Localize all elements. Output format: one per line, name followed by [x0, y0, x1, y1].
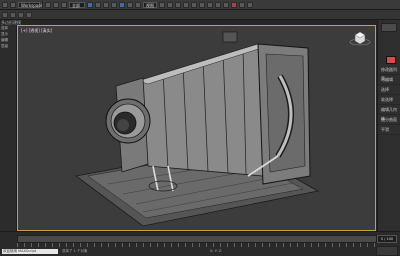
- bind-icon[interactable]: [61, 1, 67, 8]
- perspective-viewport[interactable]: [+] [透视] [真实]: [17, 25, 376, 231]
- select-by-name-icon[interactable]: [95, 1, 101, 8]
- main-toolbar: Workspace 全部 视图: [0, 0, 400, 10]
- graphite-tools-icon[interactable]: [2, 11, 8, 18]
- workspace-dropdown[interactable]: Workspace: [18, 1, 43, 8]
- frame-counter: 0 / 100: [377, 235, 397, 243]
- curve-editor-icon[interactable]: [215, 1, 221, 8]
- redo-icon[interactable]: [10, 1, 16, 8]
- angle-snap-icon[interactable]: [175, 1, 181, 8]
- selection-tools-icon[interactable]: [18, 11, 24, 18]
- material-editor-icon[interactable]: [223, 1, 229, 8]
- viewcube-icon[interactable]: [349, 29, 371, 47]
- camera-top-handle: [222, 31, 238, 43]
- time-slider[interactable]: [17, 235, 377, 243]
- snap-icon[interactable]: [167, 1, 173, 8]
- scale-icon[interactable]: [135, 1, 141, 8]
- timeline-ticks[interactable]: [17, 243, 377, 247]
- command-panel-tabs[interactable]: [381, 23, 397, 32]
- select-object-icon[interactable]: [87, 1, 93, 8]
- viewport-label[interactable]: [+] [透视] [真实]: [21, 28, 52, 34]
- modifier-list-item[interactable]: 可编辑: [378, 75, 400, 85]
- pivot-icon[interactable]: [159, 1, 165, 8]
- rotate-icon[interactable]: [127, 1, 133, 8]
- scene-explorer-panel: 选择 显示 编辑 层级: [0, 25, 17, 231]
- object-color-swatch[interactable]: [386, 56, 396, 64]
- object-paint-icon[interactable]: [26, 11, 32, 18]
- scene-explorer-item[interactable]: 层级: [0, 43, 16, 49]
- secondary-toolbar: [0, 10, 400, 20]
- camera-model-render: [75, 31, 320, 227]
- selection-filter-dropdown[interactable]: 全部: [69, 1, 85, 8]
- toolbar-divider: [42, 1, 43, 8]
- modifier-list-item[interactable]: 编辑几何体: [378, 105, 400, 121]
- render-frame-icon[interactable]: [239, 1, 245, 8]
- window-crossing-icon[interactable]: [111, 1, 117, 8]
- modifier-list-item[interactable]: 选择: [378, 85, 400, 95]
- modifier-list-item[interactable]: 平滑: [378, 125, 400, 135]
- modifier-list-item[interactable]: 软选择: [378, 95, 400, 105]
- mirror-icon[interactable]: [191, 1, 197, 8]
- view-dropdown[interactable]: 视图: [143, 1, 157, 8]
- render-setup-icon[interactable]: [231, 1, 237, 8]
- modifier-list-item[interactable]: 修改器列表: [378, 65, 400, 81]
- align-icon[interactable]: [199, 1, 205, 8]
- camera-rear-frame: [265, 53, 306, 173]
- status-message: 选择了 1 个对象: [62, 249, 88, 253]
- move-icon[interactable]: [119, 1, 125, 8]
- layer-icon[interactable]: [207, 1, 213, 8]
- render-icon[interactable]: [247, 1, 253, 8]
- undo-icon[interactable]: [2, 1, 8, 8]
- freeform-icon[interactable]: [10, 11, 16, 18]
- region-select-icon[interactable]: [103, 1, 109, 8]
- link-icon[interactable]: [45, 1, 51, 8]
- status-bar: 0 / 100 欢迎使用 MAXScript 选择了 1 个对象 X: Y: Z…: [0, 231, 400, 256]
- maxscript-listener[interactable]: 欢迎使用 MAXScript: [2, 249, 58, 254]
- command-panel: 修改器列表 可编辑 选择 软选择 编辑几何体 细分曲面 平滑: [377, 20, 400, 231]
- unlink-icon[interactable]: [53, 1, 59, 8]
- coordinate-readout[interactable]: X: Y: Z:: [210, 249, 222, 254]
- percent-snap-icon[interactable]: [183, 1, 189, 8]
- modifier-list-item[interactable]: 细分曲面: [378, 115, 400, 125]
